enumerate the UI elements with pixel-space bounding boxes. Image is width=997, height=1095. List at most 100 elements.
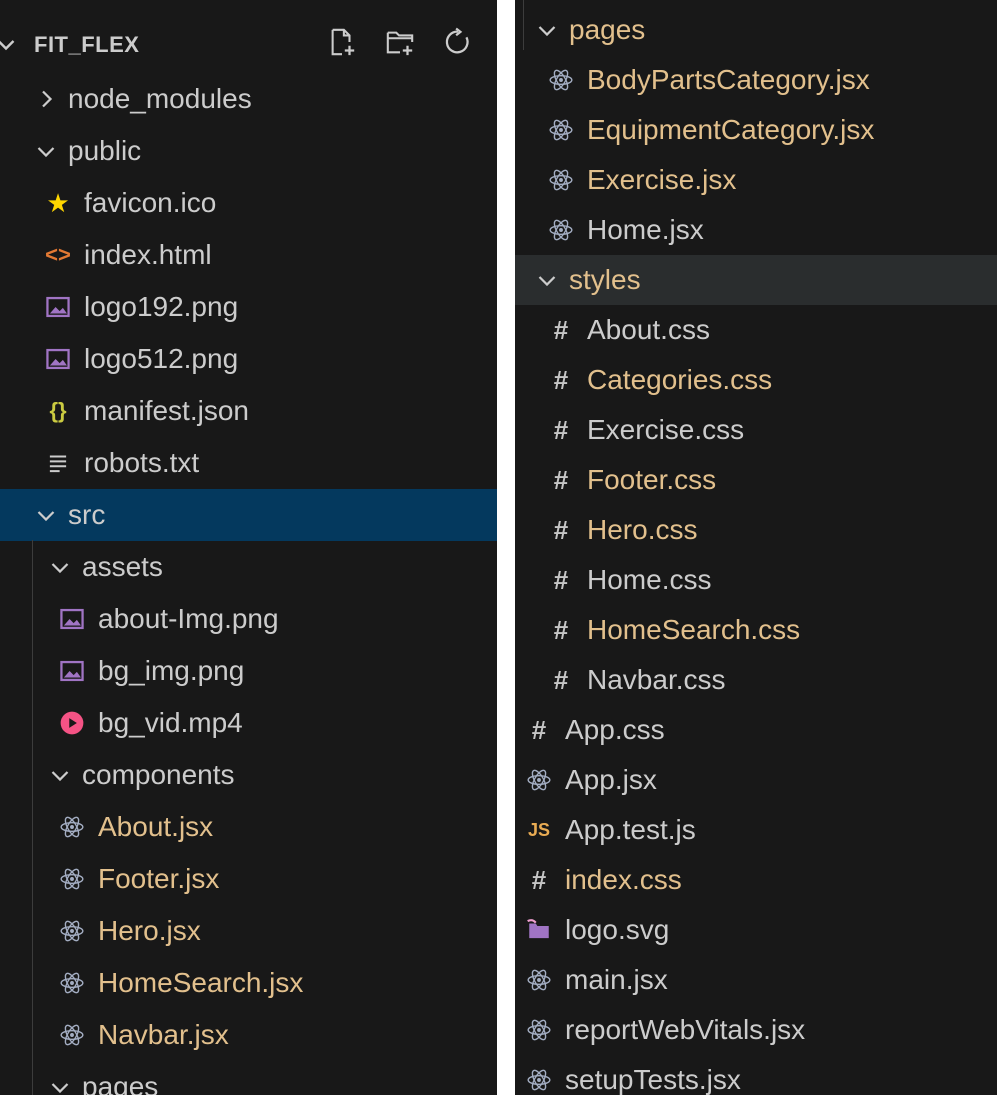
tree-item-label: main.jsx	[565, 964, 668, 995]
image-file-icon	[44, 293, 72, 321]
favicon-star-icon: ★	[46, 187, 70, 218]
tree-item-label: logo512.png	[84, 343, 239, 374]
tree-folder-node-modules[interactable]: node_modules	[0, 73, 497, 125]
tree-file-logo-svg[interactable]: logo.svg	[515, 905, 997, 955]
tree-file-about-css[interactable]: # About.css	[515, 305, 997, 355]
tree-file-bg-img-png[interactable]: bg_img.png	[0, 645, 497, 697]
tree-file-reportwebvitals-jsx[interactable]: reportWebVitals.jsx	[515, 1005, 997, 1055]
tree-file-hero-css[interactable]: # Hero.css	[515, 505, 997, 555]
tree-item-label: BodyPartsCategory.jsx	[587, 64, 870, 95]
tree-file-bg-vid-mp4[interactable]: bg_vid.mp4	[0, 697, 497, 749]
tree-item-label: Footer.jsx	[98, 863, 220, 894]
refresh-explorer-button[interactable]	[443, 27, 473, 57]
tree-file-favicon-ico[interactable]: ★ favicon.ico	[0, 177, 497, 229]
tree-item-label: App.jsx	[565, 764, 657, 795]
tree-item-label: reportWebVitals.jsx	[565, 1014, 806, 1045]
new-file-button[interactable]	[327, 27, 357, 57]
tree-item-label: HomeSearch.css	[587, 614, 801, 645]
css-hash-icon: #	[553, 664, 569, 695]
video-file-icon	[58, 709, 86, 737]
tree-file-index-css[interactable]: # index.css	[515, 855, 997, 905]
javascript-file-icon: JS	[527, 819, 551, 840]
tree-folder-pages[interactable]: pages	[515, 5, 997, 55]
css-hash-icon: #	[553, 314, 569, 345]
tree-folder-public[interactable]: public	[0, 125, 497, 177]
tree-file-main-jsx[interactable]: main.jsx	[515, 955, 997, 1005]
react-icon	[525, 1066, 553, 1094]
tree-file-logo192-png[interactable]: logo192.png	[0, 281, 497, 333]
html-file-icon: <>	[45, 242, 71, 267]
tree-folder-pages[interactable]: pages	[0, 1061, 497, 1095]
tree-item-label: HomeSearch.jsx	[98, 967, 304, 998]
css-hash-icon: #	[553, 464, 569, 495]
svg-file-icon	[525, 916, 553, 944]
chevron-down-icon	[48, 555, 72, 579]
tree-item-label: index.html	[84, 239, 212, 270]
tree-folder-src[interactable]: src	[0, 489, 497, 541]
tree-item-label: setupTests.jsx	[565, 1064, 741, 1095]
tree-item-label: robots.txt	[84, 447, 200, 478]
tree-item-label: Hero.css	[587, 514, 698, 545]
tree-file-footer-css[interactable]: # Footer.css	[515, 455, 997, 505]
react-icon	[58, 917, 86, 945]
tree-file-navbar-css[interactable]: # Navbar.css	[515, 655, 997, 705]
tree-file-index-html[interactable]: <> index.html	[0, 229, 497, 281]
new-folder-button[interactable]	[385, 27, 415, 57]
tree-file-app-test-js[interactable]: JS App.test.js	[515, 805, 997, 855]
tree-item-label: favicon.ico	[84, 187, 217, 218]
tree-file-navbar-jsx[interactable]: Navbar.jsx	[0, 1009, 497, 1061]
image-file-icon	[58, 657, 86, 685]
tree-file-homesearch-jsx[interactable]: HomeSearch.jsx	[0, 957, 497, 1009]
tree-file-home-css[interactable]: # Home.css	[515, 555, 997, 605]
tree-folder-styles[interactable]: styles	[515, 255, 997, 305]
explorer-left-panel: FIT_FLEX node_modulespublic ★ favicon.ico <…	[0, 0, 497, 1095]
tree-folder-assets[interactable]: assets	[0, 541, 497, 593]
css-hash-icon: #	[531, 714, 547, 745]
tree-file-about-img-png[interactable]: about-Img.png	[0, 593, 497, 645]
tree-folder-components[interactable]: components	[0, 749, 497, 801]
tree-file-home-jsx[interactable]: Home.jsx	[515, 205, 997, 255]
tree-file-manifest-json[interactable]: {} manifest.json	[0, 385, 497, 437]
tree-file-equipmentcategory-jsx[interactable]: EquipmentCategory.jsx	[515, 105, 997, 155]
tree-file-about-jsx[interactable]: About.jsx	[0, 801, 497, 853]
tree-file-logo512-png[interactable]: logo512.png	[0, 333, 497, 385]
tree-item-label: bg_img.png	[98, 655, 245, 686]
tree-file-app-jsx[interactable]: App.jsx	[515, 755, 997, 805]
tree-file-robots-txt[interactable]: robots.txt	[0, 437, 497, 489]
tree-item-label: Navbar.jsx	[98, 1019, 229, 1050]
indent-guide	[32, 540, 33, 1095]
tree-file-bodypartscategory-jsx[interactable]: BodyPartsCategory.jsx	[515, 55, 997, 105]
tree-file-exercise-css[interactable]: # Exercise.css	[515, 405, 997, 455]
tree-item-label: node_modules	[68, 83, 252, 114]
react-icon	[547, 66, 575, 94]
chevron-down-icon	[535, 268, 559, 292]
tree-file-hero-jsx[interactable]: Hero.jsx	[0, 905, 497, 957]
tree-item-label: EquipmentCategory.jsx	[587, 114, 875, 145]
explorer-root-title: FIT_FLEX	[34, 32, 140, 57]
tree-file-app-css[interactable]: # App.css	[515, 705, 997, 755]
tree-item-label: About.jsx	[98, 811, 214, 842]
tree-file-homesearch-css[interactable]: # HomeSearch.css	[515, 605, 997, 655]
tree-file-categories-css[interactable]: # Categories.css	[515, 355, 997, 405]
react-icon	[525, 1016, 553, 1044]
tree-item-label: pages	[569, 14, 646, 45]
react-icon	[525, 766, 553, 794]
chevron-down-icon	[48, 1075, 72, 1095]
react-icon	[58, 813, 86, 841]
tree-item-label: logo192.png	[84, 291, 239, 322]
react-icon	[58, 1021, 86, 1049]
tree-item-label: Exercise.jsx	[587, 164, 737, 195]
tree-item-label: bg_vid.mp4	[98, 707, 243, 738]
chevron-down-icon	[535, 18, 559, 42]
image-file-icon	[44, 345, 72, 373]
indent-guide	[523, 0, 524, 50]
tree-file-exercise-jsx[interactable]: Exercise.jsx	[515, 155, 997, 205]
react-icon	[547, 166, 575, 194]
image-file-icon	[58, 605, 86, 633]
tree-file-footer-jsx[interactable]: Footer.jsx	[0, 853, 497, 905]
new-file-icon	[327, 28, 357, 61]
tree-file-setuptests-jsx[interactable]: setupTests.jsx	[515, 1055, 997, 1095]
tree-item-label: Home.css	[587, 564, 712, 595]
tree-item-label: assets	[82, 551, 163, 582]
explorer-root-folder[interactable]: FIT_FLEX	[0, 20, 497, 70]
